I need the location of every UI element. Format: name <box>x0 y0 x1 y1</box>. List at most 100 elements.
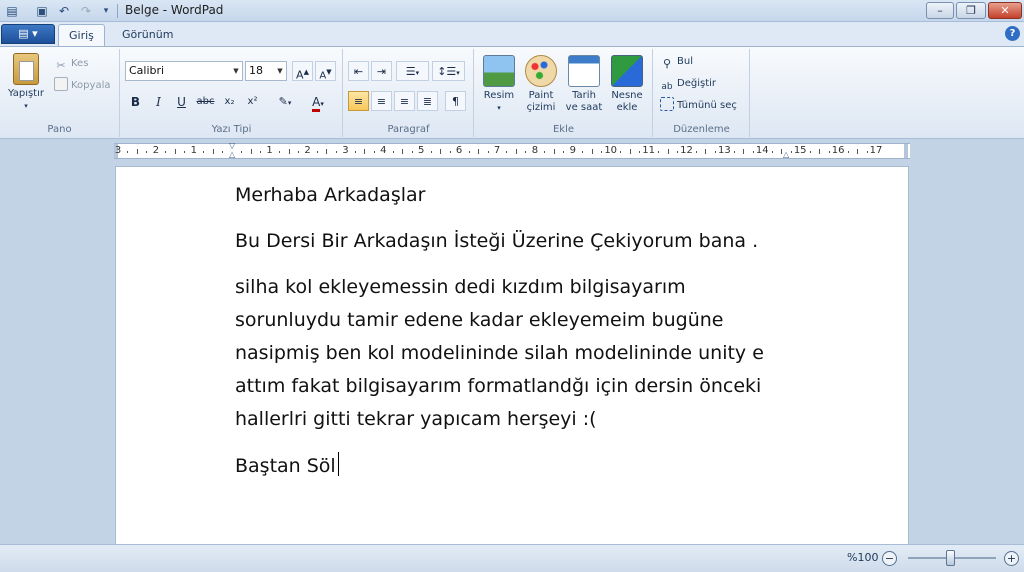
ruler-tick <box>601 151 603 153</box>
minimize-button[interactable]: – <box>926 2 954 19</box>
cut-button[interactable]: ✂ Kes <box>54 55 88 73</box>
first-line-indent-marker[interactable]: ▽ <box>229 141 235 150</box>
app-icon[interactable]: ▤ <box>4 3 20 19</box>
zoom-in-button[interactable]: + <box>1004 551 1019 566</box>
ruler-tick <box>316 151 318 153</box>
ruler: 3 2 1 1 2 3 4 5 6 7 8 9 10 11 12 13 14 15 16 17 ▽ △ △ <box>0 139 1024 163</box>
close-button[interactable]: ✕ <box>988 2 1022 19</box>
bold-button[interactable]: B <box>125 91 146 111</box>
ruler-tick <box>733 151 735 153</box>
zoom-out-button[interactable]: − <box>882 551 897 566</box>
document-page[interactable]: Merhaba Arkadaşlar Bu Dersi Bir Arkadaşı… <box>115 166 909 544</box>
ruler-tick <box>809 151 811 153</box>
replace-label: Değiştir <box>677 78 716 89</box>
undo-icon[interactable]: ↶ <box>56 3 72 19</box>
paste-button[interactable]: Yapıştır ▾ <box>6 53 46 112</box>
font-size-select[interactable]: 18 ▼ <box>245 61 287 81</box>
increase-indent-button[interactable]: ⇥ <box>371 61 392 81</box>
tab-home[interactable]: Giriş <box>58 24 105 46</box>
grow-font-button[interactable]: A▲ <box>292 61 313 82</box>
ruler-number: 5 <box>418 145 425 156</box>
date-time-label-1: Tarih <box>572 90 596 101</box>
tab-view[interactable]: Görünüm <box>112 24 183 46</box>
ruler-tick <box>298 151 300 153</box>
ruler-tick <box>857 149 859 154</box>
ruler-tick <box>629 149 631 154</box>
justify-button[interactable]: ≣ <box>417 91 438 111</box>
ruler-tick <box>667 149 669 154</box>
replace-button[interactable]: ab Değiştir <box>660 75 716 93</box>
font-family-select[interactable]: Calibri ▼ <box>125 61 243 81</box>
ruler-number: 16 <box>831 145 845 156</box>
doc-line-4: Baştan Söl <box>235 450 815 483</box>
superscript-button[interactable]: x² <box>242 91 263 111</box>
chevron-down-icon: ▼ <box>233 67 239 75</box>
select-all-icon <box>660 97 674 111</box>
toolbar-separator <box>117 4 118 18</box>
customize-toolbar-icon[interactable]: ▾ <box>98 3 114 19</box>
ruler-number: 11 <box>642 145 655 156</box>
decrease-indent-button[interactable]: ⇤ <box>348 61 369 81</box>
application-menu-button[interactable]: ▤ ▾ <box>1 24 55 44</box>
ruler-tick <box>582 151 584 153</box>
ruler-tick <box>288 149 290 154</box>
ruler-number: 13 <box>718 145 731 156</box>
ruler-tick <box>449 151 451 153</box>
paint-drawing-button[interactable]: Paint çizimi <box>521 55 561 114</box>
find-button[interactable]: ⚲ Bul <box>660 53 693 71</box>
ruler-tick <box>222 151 224 153</box>
paragraph-settings-button[interactable]: ¶ <box>445 91 466 111</box>
underline-button[interactable]: U <box>171 91 192 111</box>
maximize-button[interactable]: ❐ <box>956 2 986 19</box>
ruler-number: 14 <box>755 145 769 156</box>
left-indent-marker[interactable]: △ <box>229 150 235 159</box>
insert-picture-button[interactable]: Resim ▾ <box>481 55 517 114</box>
right-indent-marker[interactable]: △ <box>783 150 789 159</box>
ruler-tick <box>335 151 337 153</box>
ruler-tick <box>411 151 413 153</box>
save-icon[interactable]: ▣ <box>34 3 50 19</box>
shrink-font-button[interactable]: A▼ <box>315 61 336 81</box>
text-color-button[interactable]: A▾ <box>303 91 333 112</box>
redo-icon[interactable]: ↷ <box>78 3 94 19</box>
list-button[interactable]: ☰▾ <box>396 61 429 81</box>
ruler-tick <box>819 149 821 154</box>
ruler-tick <box>260 151 262 153</box>
cut-label: Kes <box>71 58 89 69</box>
ruler-number: 12 <box>680 145 693 156</box>
ruler-tick <box>354 151 356 153</box>
title-bar: ▤ ▣ ↶ ↷ ▾ Belge - WordPad – ❐ ✕ <box>0 0 1024 22</box>
copy-button[interactable]: Kopyala <box>54 77 110 95</box>
ruler-tick <box>364 149 366 154</box>
align-right-button[interactable]: ≡ <box>394 91 415 111</box>
ruler-tick <box>241 151 243 153</box>
align-center-button[interactable]: ≡ <box>371 91 392 111</box>
picture-icon <box>483 55 515 87</box>
document-area: Merhaba Arkadaşlar Bu Dersi Bir Arkadaşı… <box>0 163 1024 544</box>
ruler-tick <box>326 149 328 154</box>
ruler-tick <box>743 149 745 154</box>
strikethrough-button[interactable]: abc <box>195 91 216 111</box>
highlight-color-button[interactable]: ✎▾ <box>270 91 300 111</box>
align-left-button[interactable]: ≡ <box>348 91 369 111</box>
ruler-tick <box>544 151 546 153</box>
ruler-tick <box>714 151 716 153</box>
paint-label-1: Paint <box>528 90 554 101</box>
paint-label-2: çizimi <box>526 102 556 113</box>
doc-paragraph-3-line: silha kol ekleyemessin dedi kızdım bilgi… <box>235 276 686 298</box>
help-icon[interactable]: ? <box>1005 26 1020 41</box>
insert-object-button[interactable]: Nesne ekle <box>607 55 647 114</box>
doc-paragraph-3: silha kol ekleyemessin dedi kızdım bilgi… <box>235 271 815 436</box>
subscript-button[interactable]: x₂ <box>219 91 240 111</box>
italic-button[interactable]: I <box>148 91 169 111</box>
ruler-tick <box>184 151 186 153</box>
insert-object-label-1: Nesne <box>611 90 643 101</box>
zoom-slider-thumb[interactable] <box>946 550 955 566</box>
date-time-button[interactable]: Tarih ve saat <box>563 55 605 114</box>
line-spacing-button[interactable]: ↕☰▾ <box>432 61 465 81</box>
ruler-number: 1 <box>266 145 273 156</box>
ruler-tick <box>591 149 593 154</box>
ruler-tick <box>639 151 641 153</box>
select-all-button[interactable]: Tümünü seç <box>660 97 737 115</box>
paragraph-group-label: Paragraf <box>387 124 430 135</box>
